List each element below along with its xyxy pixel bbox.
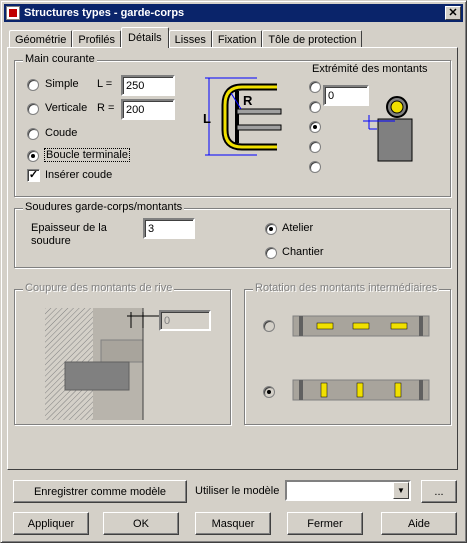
extremite-diagram bbox=[363, 96, 413, 162]
epaisseur-input[interactable] bbox=[143, 218, 195, 239]
tab-profiles[interactable]: Profilés bbox=[72, 30, 122, 48]
radio-chantier-label: Chantier bbox=[282, 246, 324, 258]
radio-boucle-terminale[interactable] bbox=[27, 150, 39, 162]
extremite-radio-5[interactable] bbox=[309, 161, 321, 173]
radio-simple-label: Simple bbox=[45, 78, 79, 90]
tab-geometrie[interactable]: Géométrie bbox=[9, 30, 73, 48]
coupure-legend: Coupure des montants de rive bbox=[23, 282, 175, 294]
extremite-label: Extrémité des montants bbox=[312, 63, 428, 75]
tab-fixation[interactable]: Fixation bbox=[211, 30, 263, 48]
hide-button[interactable]: Masquer bbox=[195, 512, 271, 535]
radio-simple[interactable] bbox=[27, 79, 39, 91]
radio-verticale[interactable] bbox=[27, 103, 39, 115]
window-title: Structures types - garde-corps bbox=[24, 7, 185, 19]
inserer-coude-label: Insérer coude bbox=[45, 169, 113, 181]
epaisseur-label: Epaisseur de la bbox=[31, 222, 107, 234]
inserer-coude-checkbox[interactable]: ✓ bbox=[27, 169, 40, 182]
radio-coude[interactable] bbox=[27, 128, 39, 140]
r-label: R = bbox=[97, 102, 115, 114]
rotation-horizontal-diagram bbox=[292, 315, 430, 337]
rotation-radio-horizontal bbox=[263, 320, 275, 332]
l-label: L = bbox=[97, 78, 113, 90]
rotation-legend: Rotation des montants intermédiaires bbox=[253, 282, 440, 294]
coupure-group: Coupure des montants de rive bbox=[14, 282, 231, 425]
boucle-terminale-diagram: L R bbox=[203, 77, 282, 156]
extremite-radio-3[interactable] bbox=[309, 121, 321, 133]
ok-button[interactable]: OK bbox=[103, 512, 179, 535]
extremite-radio-2[interactable] bbox=[309, 101, 321, 113]
radio-verticale-label: Verticale bbox=[45, 102, 88, 114]
dim-r-text: R bbox=[243, 93, 253, 108]
rotation-group: Rotation des montants intermédiaires bbox=[244, 282, 451, 425]
dim-l-text: L bbox=[203, 111, 211, 126]
radio-boucle-terminale-label: Boucle terminale bbox=[44, 148, 130, 162]
radio-atelier[interactable] bbox=[265, 223, 277, 235]
radio-atelier-label: Atelier bbox=[282, 222, 314, 234]
close-window-button[interactable]: ✕ bbox=[445, 6, 461, 20]
use-template-label: Utiliser le modèle bbox=[195, 485, 280, 497]
tab-strip: Géométrie Profilés Détails Lisses Fixati… bbox=[9, 27, 363, 48]
coupure-input bbox=[159, 310, 211, 331]
tab-tole-de-protection[interactable]: Tôle de protection bbox=[262, 30, 363, 48]
app-icon bbox=[6, 6, 20, 20]
apply-button[interactable]: Appliquer bbox=[13, 512, 89, 535]
r-input[interactable] bbox=[121, 99, 175, 120]
extremite-radio-1[interactable] bbox=[309, 81, 321, 93]
extremite-radio-4[interactable] bbox=[309, 141, 321, 153]
main-courante-group: Main courante Simple Verticale Coude Bou… bbox=[14, 53, 451, 197]
help-button[interactable]: Aide bbox=[381, 512, 457, 535]
radio-coude-label: Coude bbox=[45, 127, 78, 139]
radio-chantier[interactable] bbox=[265, 247, 277, 259]
close-button[interactable]: Fermer bbox=[287, 512, 363, 535]
save-template-button[interactable]: Enregistrer comme modèle bbox=[13, 480, 187, 503]
soudures-legend: Soudures garde-corps/montants bbox=[23, 201, 185, 213]
dialog-window: Structures types - garde-corps ✕ Géométr… bbox=[0, 0, 467, 543]
browse-button[interactable]: ... bbox=[421, 480, 457, 503]
main-courante-legend: Main courante bbox=[23, 53, 97, 65]
rotation-radio-vertical bbox=[263, 386, 275, 398]
template-select[interactable]: ▼ bbox=[285, 480, 411, 501]
epaisseur-label-line2: soudure bbox=[31, 235, 71, 247]
details-panel: Main courante Simple Verticale Coude Bou… bbox=[7, 47, 458, 470]
tab-lisses[interactable]: Lisses bbox=[168, 30, 212, 48]
coupure-diagram bbox=[45, 308, 171, 420]
chevron-down-icon[interactable]: ▼ bbox=[393, 482, 409, 499]
title-bar: Structures types - garde-corps ✕ bbox=[4, 4, 463, 22]
soudures-group: Soudures garde-corps/montants Epaisseur … bbox=[14, 201, 451, 268]
tab-details[interactable]: Détails bbox=[121, 27, 169, 48]
l-input[interactable] bbox=[121, 75, 175, 96]
rotation-vertical-diagram bbox=[292, 379, 430, 401]
